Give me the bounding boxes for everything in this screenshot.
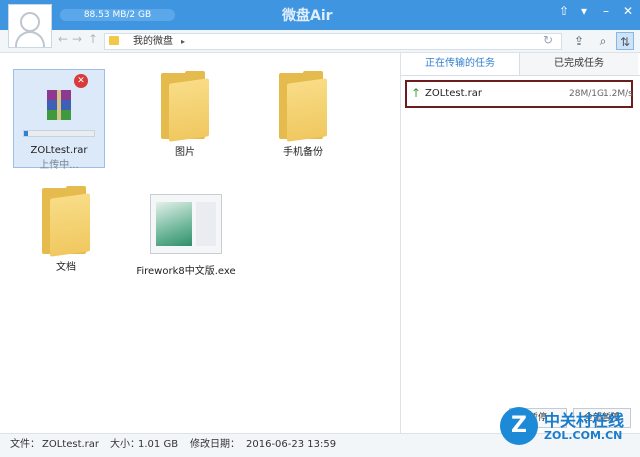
file-value: ZOLtest.rar bbox=[42, 439, 100, 450]
refresh-icon[interactable]: ↻ bbox=[543, 33, 553, 47]
close-button[interactable]: ✕ bbox=[620, 4, 636, 18]
modified-label: 修改日期： bbox=[190, 439, 240, 450]
breadcrumb-arrow-icon[interactable]: ▸ bbox=[181, 34, 185, 49]
folder-item-phone-backup[interactable]: 手机备份 bbox=[258, 71, 348, 158]
folder-icon bbox=[109, 36, 119, 45]
task-file-name: ZOLtest.rar bbox=[425, 88, 483, 99]
task-speed: 1.2M/s bbox=[603, 89, 633, 99]
app-title: 微盘Air bbox=[282, 8, 333, 24]
upload-icon[interactable]: ⇪ bbox=[570, 32, 588, 50]
transfer-list-icon[interactable]: ⇅ bbox=[616, 32, 634, 50]
file-name: Firework8中文版.exe bbox=[136, 266, 236, 277]
exe-thumbnail-icon bbox=[150, 194, 222, 254]
file-area: ✕ ZOLtest.rar 上传中... 图片 手机备份 文档 Firework… bbox=[0, 53, 400, 433]
folder-icon bbox=[279, 71, 327, 142]
file-item-firework[interactable]: Firework8中文版.exe bbox=[128, 194, 244, 277]
upload-progress-bar bbox=[23, 130, 95, 137]
folder-icon bbox=[42, 186, 90, 257]
upload-arrow-icon: ↑ bbox=[411, 86, 422, 100]
minimize-button[interactable]: – bbox=[598, 4, 614, 18]
upload-status: 上传中... bbox=[39, 160, 79, 171]
transfer-tabs: 正在传输的任务 已完成任务 bbox=[401, 53, 640, 76]
cancel-upload-icon[interactable]: ✕ bbox=[74, 74, 88, 88]
transfer-panel: 正在传输的任务 已完成任务 ↑ ZOLtest.rar 28M/1G 1.2M/… bbox=[401, 53, 640, 433]
menu-dropdown-icon[interactable]: ▾ bbox=[576, 4, 592, 18]
folder-item-documents[interactable]: 文档 bbox=[21, 186, 111, 273]
skin-icon[interactable]: ⇧ bbox=[556, 4, 572, 18]
back-icon[interactable]: ← bbox=[58, 32, 68, 46]
breadcrumb[interactable]: 我的微盘 ▸ bbox=[104, 33, 562, 50]
zol-logo-icon: Z bbox=[500, 407, 538, 445]
zol-watermark: Z 中关村在线 ZOL.COM.CN bbox=[500, 405, 640, 456]
watermark-url: ZOL.COM.CN bbox=[544, 429, 623, 442]
avatar-head bbox=[20, 12, 40, 32]
file-item-zoltest[interactable]: ✕ ZOLtest.rar 上传中... bbox=[13, 69, 105, 171]
storage-quota: 88.53 MB/2 GB bbox=[60, 9, 175, 21]
watermark-cn: 中关村在线 bbox=[544, 411, 625, 430]
folder-item-pictures[interactable]: 图片 bbox=[140, 71, 230, 158]
forward-icon[interactable]: → bbox=[72, 32, 82, 46]
tab-in-progress[interactable]: 正在传输的任务 bbox=[401, 53, 520, 75]
file-label: 文件： bbox=[10, 439, 40, 450]
breadcrumb-item-my-disk[interactable]: 我的微盘 bbox=[133, 34, 173, 49]
upload-progress-fill bbox=[24, 131, 28, 136]
transfer-task-row[interactable]: ↑ ZOLtest.rar 28M/1G 1.2M/s bbox=[405, 80, 633, 108]
task-size: 28M/1G bbox=[569, 89, 604, 99]
rar-archive-icon bbox=[45, 90, 73, 122]
size-label: 大小： bbox=[110, 439, 140, 450]
file-name: ZOLtest.rar bbox=[30, 145, 88, 156]
folder-name: 文档 bbox=[56, 262, 76, 273]
modified-value: 2016-06-23 13:59 bbox=[246, 439, 337, 450]
folder-name: 图片 bbox=[175, 147, 195, 158]
size-value: 1.01 GB bbox=[138, 439, 179, 450]
folder-name: 手机备份 bbox=[283, 147, 323, 158]
search-icon[interactable]: ⌕ bbox=[594, 32, 612, 50]
avatar[interactable] bbox=[8, 4, 52, 48]
tab-completed[interactable]: 已完成任务 bbox=[520, 53, 638, 75]
folder-icon bbox=[161, 71, 209, 142]
up-icon[interactable]: ↑ bbox=[88, 32, 98, 46]
avatar-body bbox=[15, 31, 45, 47]
